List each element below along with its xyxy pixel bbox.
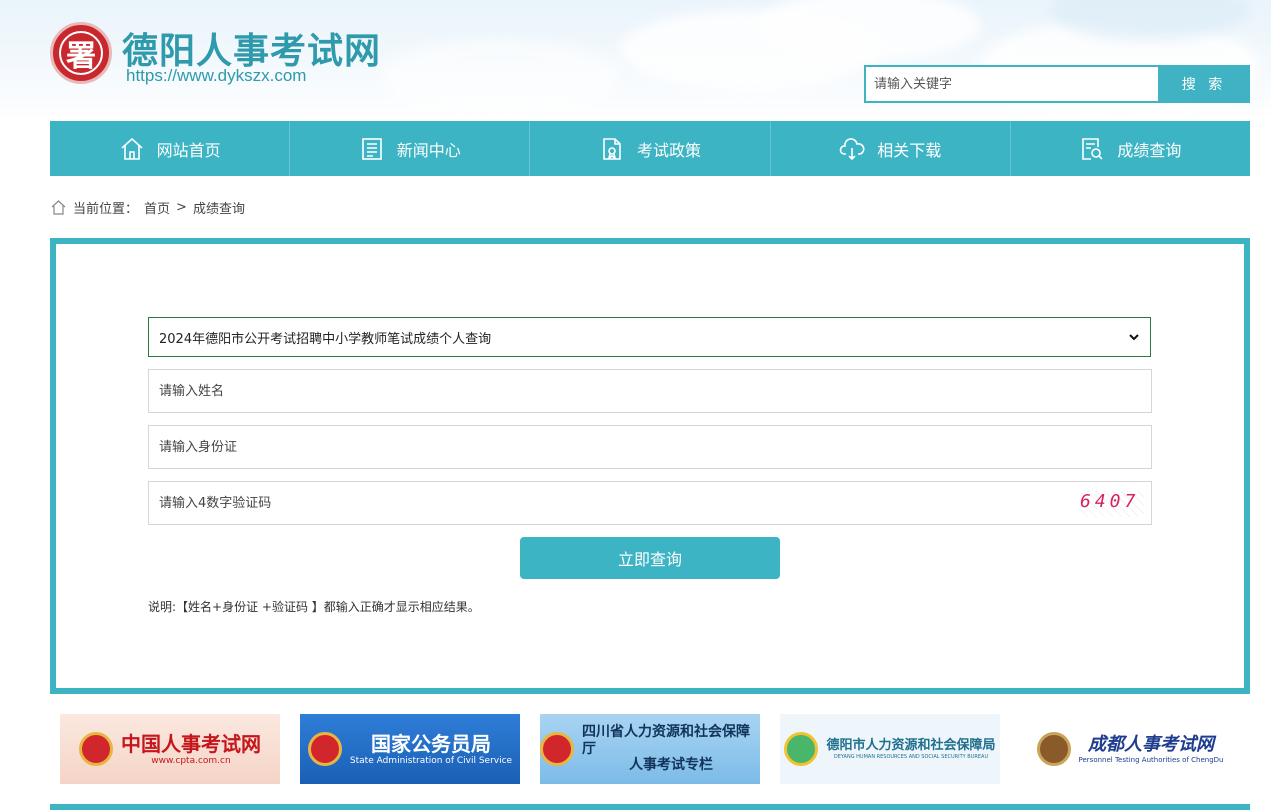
- main-nav: 网站首页 新闻中心 考试政策 相关下载 成绩查询: [50, 121, 1250, 176]
- link-text: 四川省人力资源和社会保障厅 人事考试专栏: [582, 724, 760, 774]
- link-main: 成都人事考试网: [1088, 734, 1214, 755]
- search-button[interactable]: 搜 索: [1158, 65, 1250, 103]
- link-text: 国家公务员局 State Administration of Civil Ser…: [350, 732, 512, 767]
- captcha-image[interactable]: 6407: [1080, 491, 1144, 517]
- nav-item-policy[interactable]: 考试政策: [530, 121, 771, 176]
- chevron-down-icon: [1129, 334, 1139, 341]
- site-logo[interactable]: 署: [50, 22, 112, 84]
- nav-item-home[interactable]: 网站首页: [50, 121, 291, 176]
- link-sub: State Administration of Civil Service: [349, 755, 513, 766]
- link-scs[interactable]: 国家公务员局 State Administration of Civil Ser…: [300, 714, 520, 784]
- link-main: 国家公务员局: [370, 731, 491, 756]
- form-note: 说明:【姓名+身份证 +验证码 】都输入正确才显示相应结果。: [148, 600, 480, 614]
- link-sub: DEYANG HUMAN RESOURCES AND SOCIAL SECURI…: [833, 753, 989, 760]
- cloud-download-icon: [839, 137, 865, 160]
- captcha-input[interactable]: [148, 481, 1152, 525]
- search-document-icon: [1082, 137, 1103, 160]
- nav-label: 网站首页: [156, 140, 221, 160]
- logo-text: 署: [66, 39, 96, 74]
- national-emblem-icon: [307, 732, 342, 766]
- deyang-hrss-logo-icon: [784, 732, 819, 766]
- nav-label: 考试政策: [637, 140, 702, 160]
- link-text: 中国人事考试网 www.cpta.com.cn: [121, 732, 261, 767]
- id-number-input[interactable]: [148, 425, 1152, 469]
- submit-query-button[interactable]: 立即查询: [520, 537, 780, 579]
- breadcrumb: 当前位置： 首页 > 成绩查询: [50, 198, 245, 217]
- nav-label: 相关下载: [877, 140, 942, 160]
- policy-document-icon: [603, 137, 621, 160]
- link-sub: 人事考试专栏: [629, 757, 713, 774]
- link-text: 德阳市人力资源和社会保障局 DEYANG HUMAN RESOURCES AND…: [826, 738, 995, 760]
- national-emblem-icon: [540, 732, 574, 766]
- exam-select[interactable]: 2024年德阳市公开考试招聘中小学教师笔试成绩个人查询: [148, 317, 1151, 357]
- link-sub: Personnel Testing Authorities of ChengDu: [1078, 755, 1224, 764]
- cdpta-logo-icon: [1036, 732, 1071, 766]
- nav-item-scores[interactable]: 成绩查询: [1011, 121, 1250, 176]
- breadcrumb-home-link[interactable]: 首页: [144, 198, 170, 217]
- link-chengdu-exam[interactable]: 成都人事考试网 Personnel Testing Authorities of…: [1020, 714, 1240, 784]
- link-text: 成都人事考试网 Personnel Testing Authorities of…: [1079, 734, 1224, 764]
- site-url: https://www.dykszx.com: [126, 66, 307, 85]
- link-deyang-hrss[interactable]: 德阳市人力资源和社会保障局 DEYANG HUMAN RESOURCES AND…: [780, 714, 1000, 784]
- breadcrumb-current[interactable]: 成绩查询: [193, 198, 245, 217]
- name-input[interactable]: [148, 369, 1152, 413]
- link-sichuan-hrss[interactable]: 四川省人力资源和社会保障厅 人事考试专栏: [540, 714, 760, 784]
- link-sub: www.cpta.com.cn: [151, 755, 231, 766]
- cpta-emblem-icon: [79, 732, 113, 766]
- exam-select-value: 2024年德阳市公开考试招聘中小学教师笔试成绩个人查询: [159, 331, 492, 347]
- breadcrumb-prefix: 当前位置：: [73, 202, 139, 217]
- search-input[interactable]: [864, 65, 1160, 103]
- link-main: 中国人事考试网: [121, 731, 261, 756]
- home-icon: [51, 200, 66, 215]
- news-icon: [361, 137, 382, 160]
- link-main: 德阳市人力资源和社会保障局: [826, 738, 996, 754]
- partner-links: 中国人事考试网 www.cpta.com.cn 国家公务员局 State Adm…: [60, 714, 1240, 784]
- link-main: 四川省人力资源和社会保障厅: [582, 723, 750, 757]
- nav-label: 成绩查询: [1117, 140, 1182, 160]
- nav-label: 新闻中心: [396, 140, 461, 160]
- nav-item-download[interactable]: 相关下载: [771, 121, 1011, 176]
- link-cpta[interactable]: 中国人事考试网 www.cpta.com.cn: [60, 714, 280, 784]
- footer-divider: [50, 804, 1250, 810]
- home-icon: [121, 137, 143, 160]
- nav-item-news[interactable]: 新闻中心: [290, 121, 531, 176]
- breadcrumb-separator: >: [176, 200, 187, 215]
